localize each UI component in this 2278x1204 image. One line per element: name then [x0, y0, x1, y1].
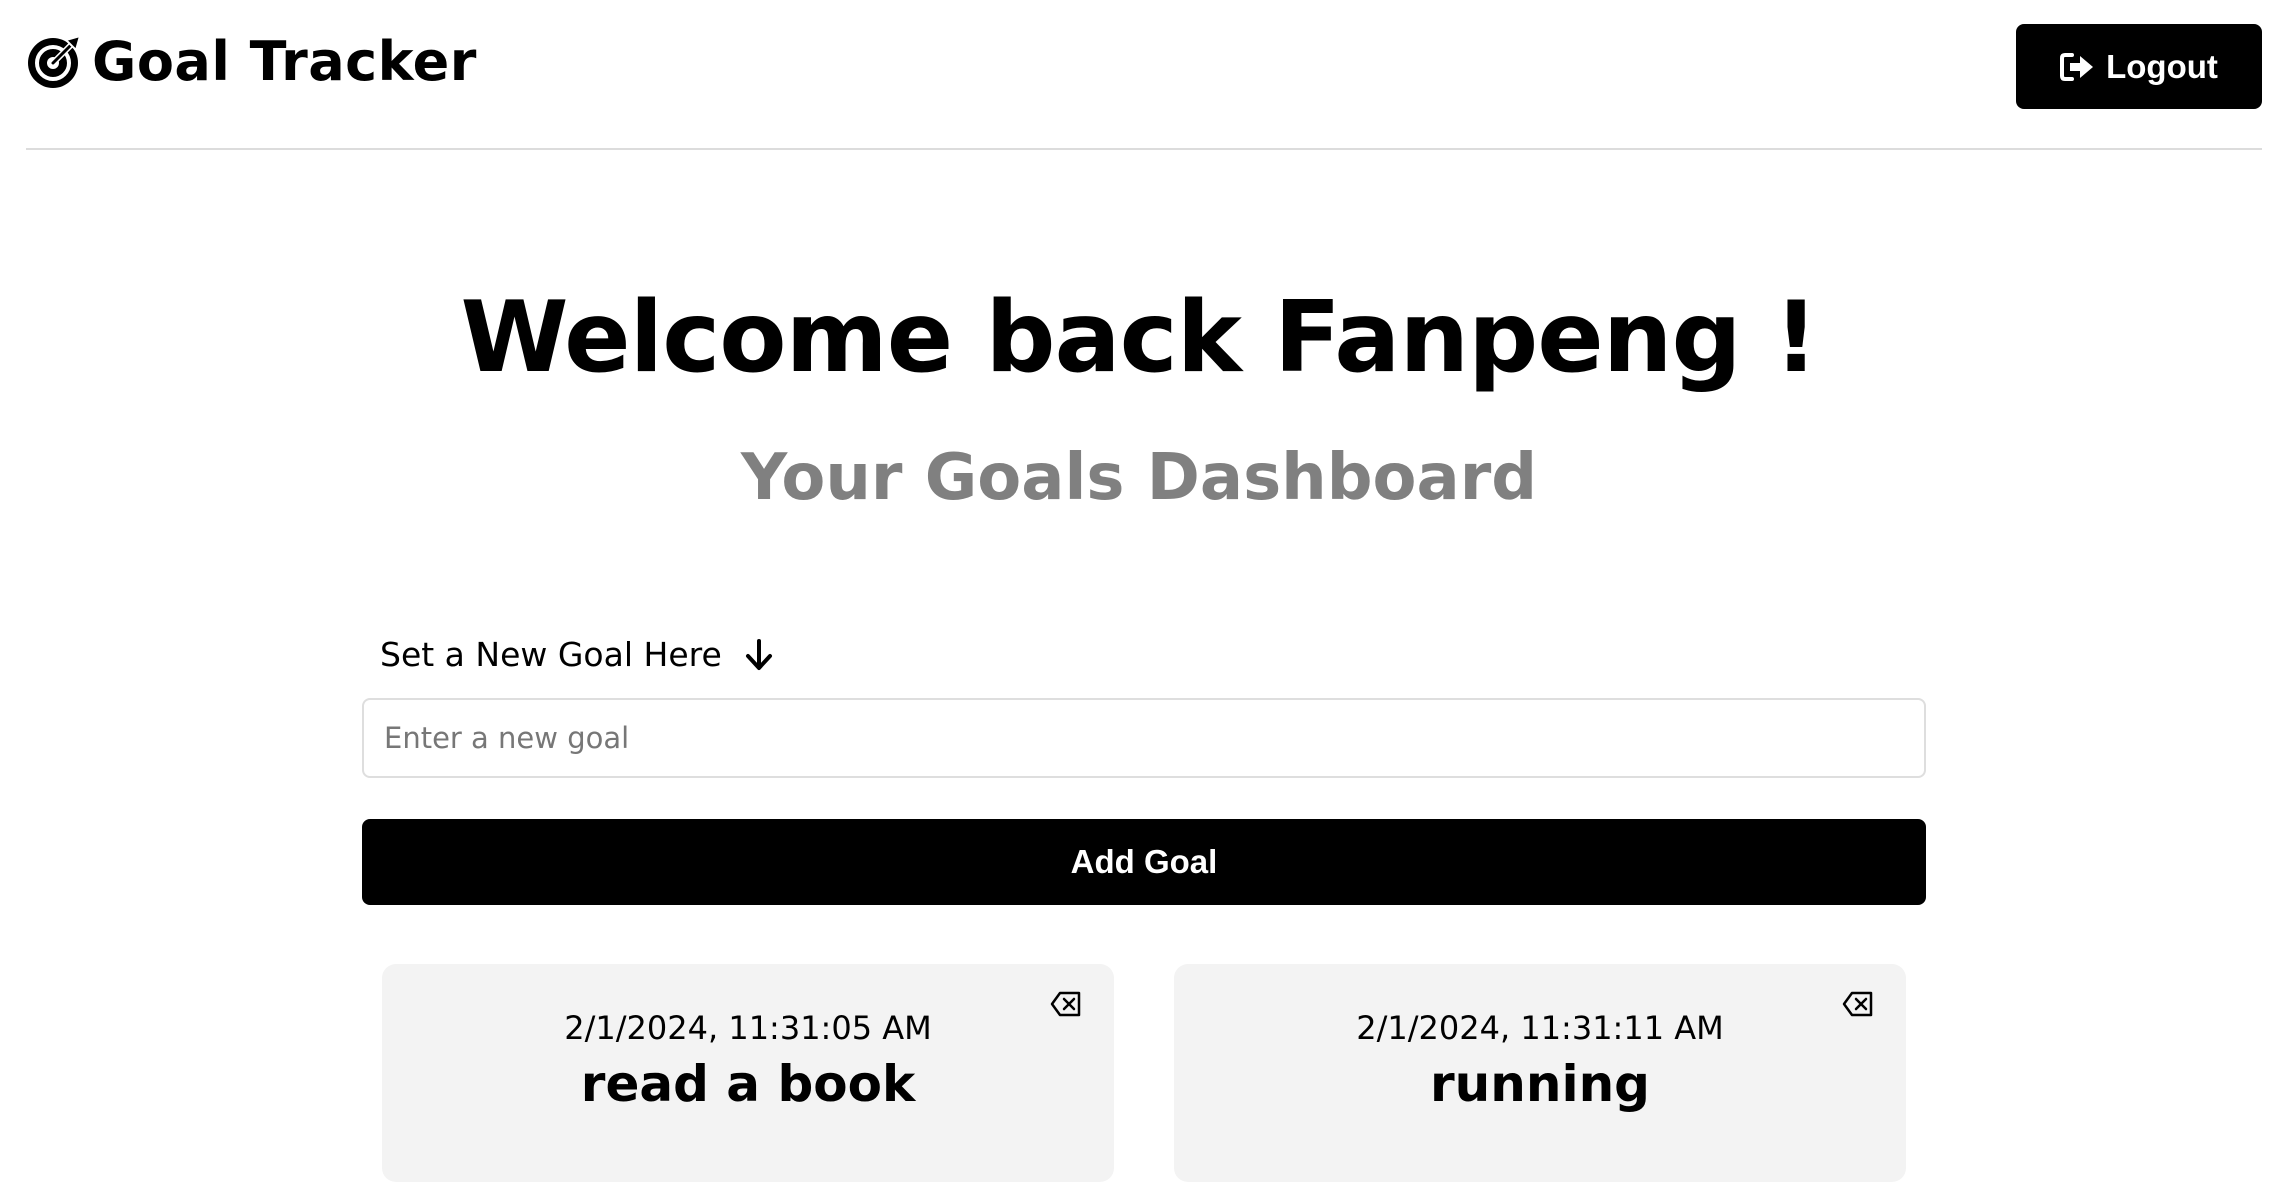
arrow-down-icon [744, 638, 774, 672]
brand-title: Goal Tracker [92, 30, 477, 93]
goal-date: 2/1/2024, 11:31:11 AM [1356, 1009, 1724, 1047]
welcome-heading: Welcome back Fanpeng ! [460, 281, 1819, 395]
backspace-delete-icon [1050, 990, 1082, 1018]
delete-goal-button[interactable] [1842, 990, 1874, 1018]
goal-card: 2/1/2024, 11:31:05 AM read a book [382, 964, 1114, 1182]
new-goal-label-text: Set a New Goal Here [380, 635, 722, 674]
delete-goal-button[interactable] [1050, 990, 1082, 1018]
new-goal-input[interactable] [362, 698, 1926, 778]
new-goal-label: Set a New Goal Here [380, 632, 774, 678]
goal-card: 2/1/2024, 11:31:11 AM running [1174, 964, 1906, 1182]
dashboard-subtitle: Your Goals Dashboard [740, 441, 1538, 515]
brand: Goal Tracker [26, 30, 477, 94]
app-header: Goal Tracker Logout [26, 0, 2262, 150]
logout-button[interactable]: Logout [2016, 24, 2262, 109]
add-goal-button[interactable]: Add Goal [362, 819, 1926, 905]
logout-arrow-icon [2060, 52, 2094, 82]
goal-text: running [1430, 1055, 1650, 1113]
bullseye-arrow-icon [26, 34, 82, 90]
logout-label: Logout [2106, 47, 2218, 85]
backspace-delete-icon [1842, 990, 1874, 1018]
goal-date: 2/1/2024, 11:31:05 AM [564, 1009, 932, 1047]
goal-text: read a book [580, 1055, 916, 1113]
